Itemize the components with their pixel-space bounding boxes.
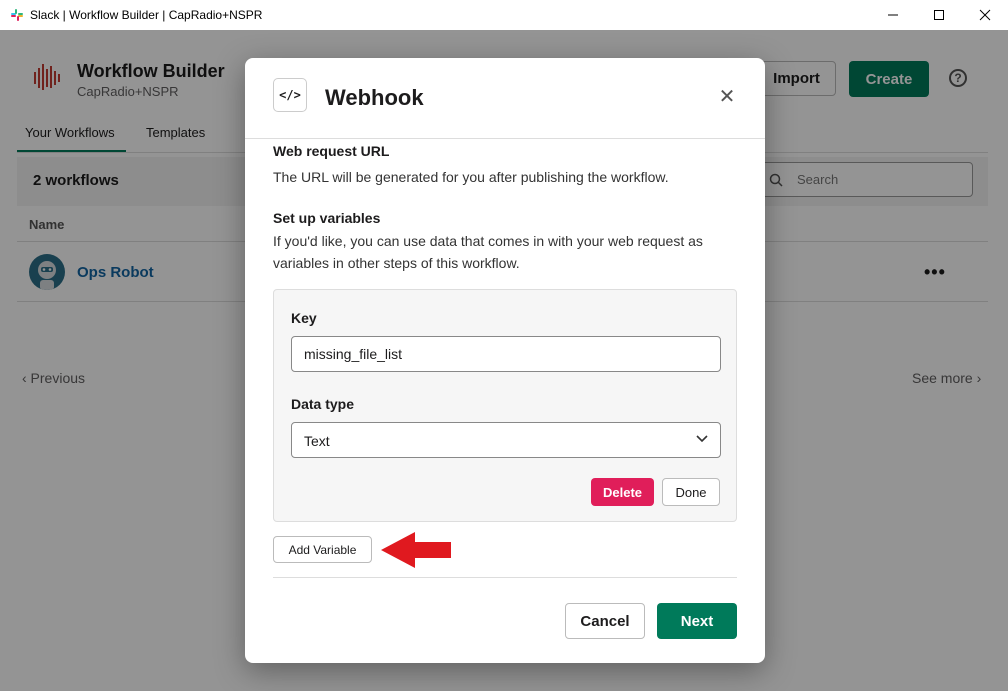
maximize-button[interactable] bbox=[916, 0, 962, 30]
window-titlebar: Slack | Workflow Builder | CapRadio+NSPR bbox=[0, 0, 1008, 30]
done-variable-button[interactable]: Done bbox=[662, 478, 720, 506]
slack-logo-icon bbox=[11, 9, 23, 21]
red-arrow-annotation-icon bbox=[381, 532, 451, 568]
minimize-button[interactable] bbox=[870, 0, 916, 30]
variables-heading: Set up variables bbox=[273, 210, 381, 226]
data-type-value: Text bbox=[304, 433, 330, 449]
webhook-modal: </> Webhook ✕ Web request URL The URL wi… bbox=[245, 58, 765, 663]
web-request-description: The URL will be generated for you after … bbox=[273, 169, 669, 185]
close-icon[interactable]: ✕ bbox=[717, 86, 737, 108]
cancel-button[interactable]: Cancel bbox=[565, 603, 645, 639]
window-title: Slack | Workflow Builder | CapRadio+NSPR bbox=[30, 8, 263, 22]
close-window-button[interactable] bbox=[962, 0, 1008, 30]
delete-variable-button[interactable]: Delete bbox=[591, 478, 654, 506]
web-request-heading: Web request URL bbox=[273, 143, 390, 159]
key-input[interactable] bbox=[291, 336, 721, 372]
close-icon bbox=[979, 9, 991, 21]
modal-header-divider bbox=[245, 138, 765, 139]
chevron-down-icon bbox=[696, 435, 708, 443]
maximize-icon bbox=[934, 10, 944, 20]
modal-title: Webhook bbox=[325, 85, 424, 110]
minimize-icon bbox=[888, 14, 898, 16]
next-button[interactable]: Next bbox=[657, 603, 737, 639]
code-icon: </> bbox=[273, 78, 307, 112]
add-variable-button[interactable]: Add Variable bbox=[273, 536, 372, 563]
data-type-select[interactable]: Text bbox=[291, 422, 721, 458]
data-type-label: Data type bbox=[291, 396, 355, 412]
modal-footer-divider bbox=[273, 577, 737, 578]
key-label: Key bbox=[291, 310, 317, 326]
variables-description: If you'd like, you can use data that com… bbox=[273, 233, 703, 271]
variable-editor-panel: Key Data type Text Delete Done bbox=[273, 289, 737, 522]
